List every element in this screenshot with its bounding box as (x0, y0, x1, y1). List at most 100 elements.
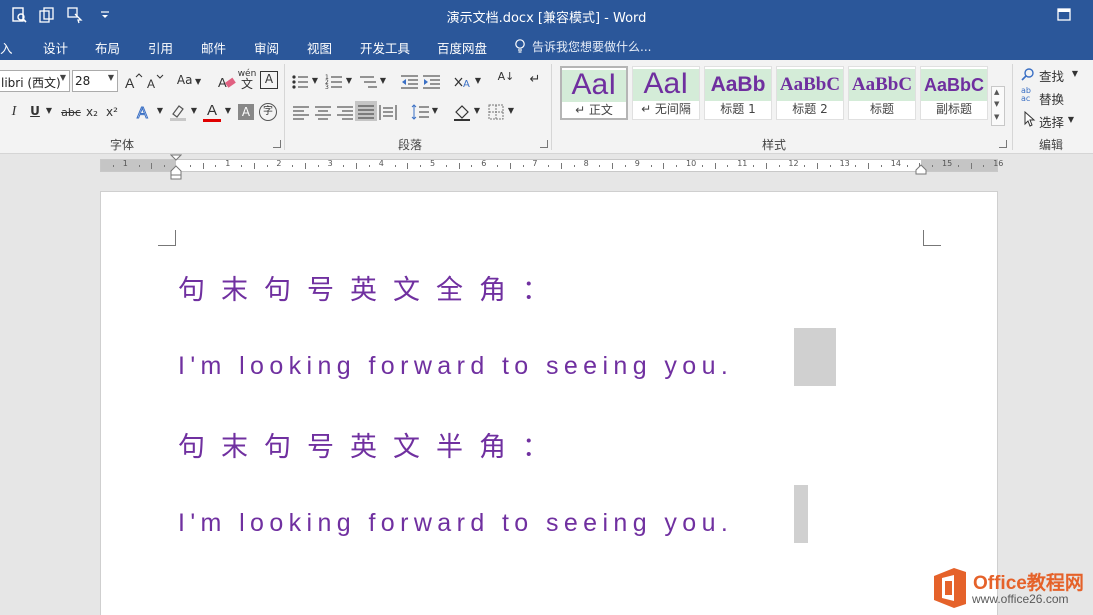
show-formatting-marks-button[interactable]: ↵ (528, 72, 542, 87)
ruler-mark (292, 165, 294, 167)
ruler-area: 1 1 2 3 4 5 6 7 8 9 10 11 12 13 14 15 16 (0, 154, 1093, 180)
tab-review[interactable]: 审阅 (254, 38, 279, 57)
paragraph-sentence-fullwidth[interactable]: I'm looking forward to seeing you. (178, 352, 733, 381)
increase-indent-icon[interactable] (421, 72, 443, 92)
sort-button[interactable]: A↓ (496, 71, 516, 82)
borders-icon[interactable] (486, 102, 508, 122)
align-center-icon[interactable] (312, 102, 334, 122)
replace-icon[interactable]: ab ac (1021, 87, 1031, 103)
clear-formatting-icon[interactable]: A (216, 72, 238, 92)
tab-insert[interactable]: 入 (0, 38, 13, 57)
chevron-down-icon[interactable]: ▼ (60, 73, 66, 82)
chevron-down-icon[interactable]: ▼ (108, 73, 114, 82)
indent-marker-icon[interactable] (170, 154, 182, 180)
character-shading-button[interactable]: A (238, 104, 254, 120)
tab-references[interactable]: 引用 (148, 38, 173, 57)
multilevel-list-icon[interactable] (358, 72, 380, 92)
font-dialog-launcher-icon[interactable] (273, 140, 281, 148)
chevron-down-icon[interactable]: ▼ (311, 76, 319, 85)
subscript-button[interactable]: x₂ (84, 105, 100, 119)
style-title[interactable]: AaBbC 标题 (848, 66, 916, 120)
ribbon-tabs: 入 设计 布局 引用 邮件 审阅 视图 开发工具 百度网盘 告诉我您想要做什么.… (0, 32, 1093, 60)
ruler-mark (458, 163, 460, 169)
styles-dialog-launcher-icon[interactable] (999, 140, 1007, 148)
tell-me-search[interactable]: 告诉我您想要做什么... (532, 38, 651, 55)
ruler-number: 8 (583, 159, 589, 168)
styles-scrollbar[interactable]: ▲ ▼ ▼ (991, 86, 1005, 126)
enclose-characters-button[interactable]: 字 (259, 103, 277, 121)
superscript-button[interactable]: x² (104, 105, 120, 119)
align-left-icon[interactable] (290, 102, 312, 122)
chevron-down-icon[interactable]: ▼ (474, 76, 482, 85)
tab-view[interactable]: 视图 (307, 38, 332, 57)
more-styles-icon[interactable]: ▼ (994, 113, 999, 121)
find-icon[interactable] (1021, 67, 1035, 81)
style-no-spacing[interactable]: AaI ↵ 无间隔 (632, 66, 700, 120)
document-page[interactable]: 句末句号英文全角： I'm looking forward to seeing … (100, 191, 998, 615)
tab-layout[interactable]: 布局 (95, 38, 120, 57)
font-size-combo[interactable]: 28 ▼ (72, 70, 118, 92)
horizontal-ruler[interactable]: 1 1 2 3 4 5 6 7 8 9 10 11 12 13 14 15 16 (100, 159, 1003, 172)
text-effects-icon[interactable]: A (134, 102, 156, 123)
font-name-combo[interactable]: libri (西文) ▼ (0, 70, 70, 92)
italic-button[interactable]: I (8, 104, 20, 120)
chevron-down-icon[interactable]: ▼ (431, 106, 439, 115)
highlight-color-icon[interactable] (168, 102, 190, 122)
strikethrough-button[interactable]: abc (60, 106, 82, 119)
find-button[interactable]: 查找 (1039, 66, 1064, 85)
ruler-number: 5 (430, 159, 436, 168)
paragraph-heading-halfwidth[interactable]: 句末句号英文半角： (178, 425, 565, 464)
style-heading-2[interactable]: AaBbC 标题 2 (776, 66, 844, 120)
style-sample: AaI (633, 69, 699, 101)
right-indent-marker-icon[interactable] (915, 164, 927, 176)
style-subtitle[interactable]: AaBbC 副标题 (920, 66, 988, 120)
underline-button[interactable]: U (28, 104, 42, 118)
ruler-mark (714, 163, 716, 169)
phonetic-guide-button[interactable]: wén 文 (236, 69, 258, 90)
ruler-number: 1 (122, 159, 128, 168)
chevron-down-icon[interactable]: ▼ (44, 106, 54, 115)
change-case-button[interactable]: Aa ▼ (174, 73, 204, 87)
chevron-down-icon[interactable]: ▼ (1071, 69, 1079, 78)
style-heading-1[interactable]: AaBb 标题 1 (704, 66, 772, 120)
paragraph-heading-fullwidth[interactable]: 句末句号英文全角： (178, 268, 565, 307)
tab-baidu-netdisk[interactable]: 百度网盘 (437, 38, 487, 57)
decrease-indent-icon[interactable] (399, 72, 421, 92)
shading-icon[interactable] (452, 102, 474, 122)
chevron-down-icon[interactable]: ▼ (156, 106, 164, 115)
shrink-font-icon[interactable]: A (144, 72, 166, 92)
chevron-down-icon[interactable]: ▼ (190, 106, 198, 115)
chevron-down-icon[interactable]: ▼ (507, 106, 515, 115)
numbering-icon[interactable]: 123 (324, 72, 346, 92)
style-normal[interactable]: AaI ↵ 正文 (560, 66, 628, 120)
tab-developer[interactable]: 开发工具 (360, 38, 410, 57)
chevron-down-icon[interactable]: ▼ (224, 106, 232, 115)
svg-text:A: A (147, 77, 155, 91)
ribbon-display-options-icon[interactable] (1055, 6, 1073, 24)
chevron-down-icon[interactable]: ▼ (473, 106, 481, 115)
ruler-mark (612, 163, 614, 169)
paragraph-dialog-launcher-icon[interactable] (540, 140, 548, 148)
line-spacing-icon[interactable] (410, 102, 432, 122)
scroll-down-icon[interactable]: ▼ (994, 100, 999, 108)
bullets-icon[interactable] (290, 72, 312, 92)
character-border-button[interactable]: A (260, 71, 278, 89)
replace-button[interactable]: 替换 (1039, 89, 1064, 108)
chevron-down-icon[interactable]: ▼ (1067, 115, 1075, 124)
paragraph-sentence-halfwidth[interactable]: I'm looking forward to seeing you. (178, 509, 733, 538)
ruler-number: 3 (327, 159, 333, 168)
justify-icon[interactable] (355, 101, 377, 121)
asian-layout-icon[interactable]: A (452, 72, 474, 92)
grow-font-icon[interactable]: A (122, 72, 144, 92)
chevron-down-icon[interactable]: ▼ (379, 76, 387, 85)
scroll-up-icon[interactable]: ▲ (994, 88, 999, 96)
distributed-icon[interactable] (377, 102, 399, 122)
align-right-icon[interactable] (334, 102, 356, 122)
font-color-button[interactable]: A (203, 102, 221, 122)
svg-text:A: A (463, 79, 470, 90)
select-cursor-icon[interactable] (1022, 111, 1036, 127)
tab-mailings[interactable]: 邮件 (201, 38, 226, 57)
select-button[interactable]: 选择 (1039, 112, 1064, 131)
chevron-down-icon[interactable]: ▼ (345, 76, 353, 85)
tab-design[interactable]: 设计 (43, 38, 68, 57)
